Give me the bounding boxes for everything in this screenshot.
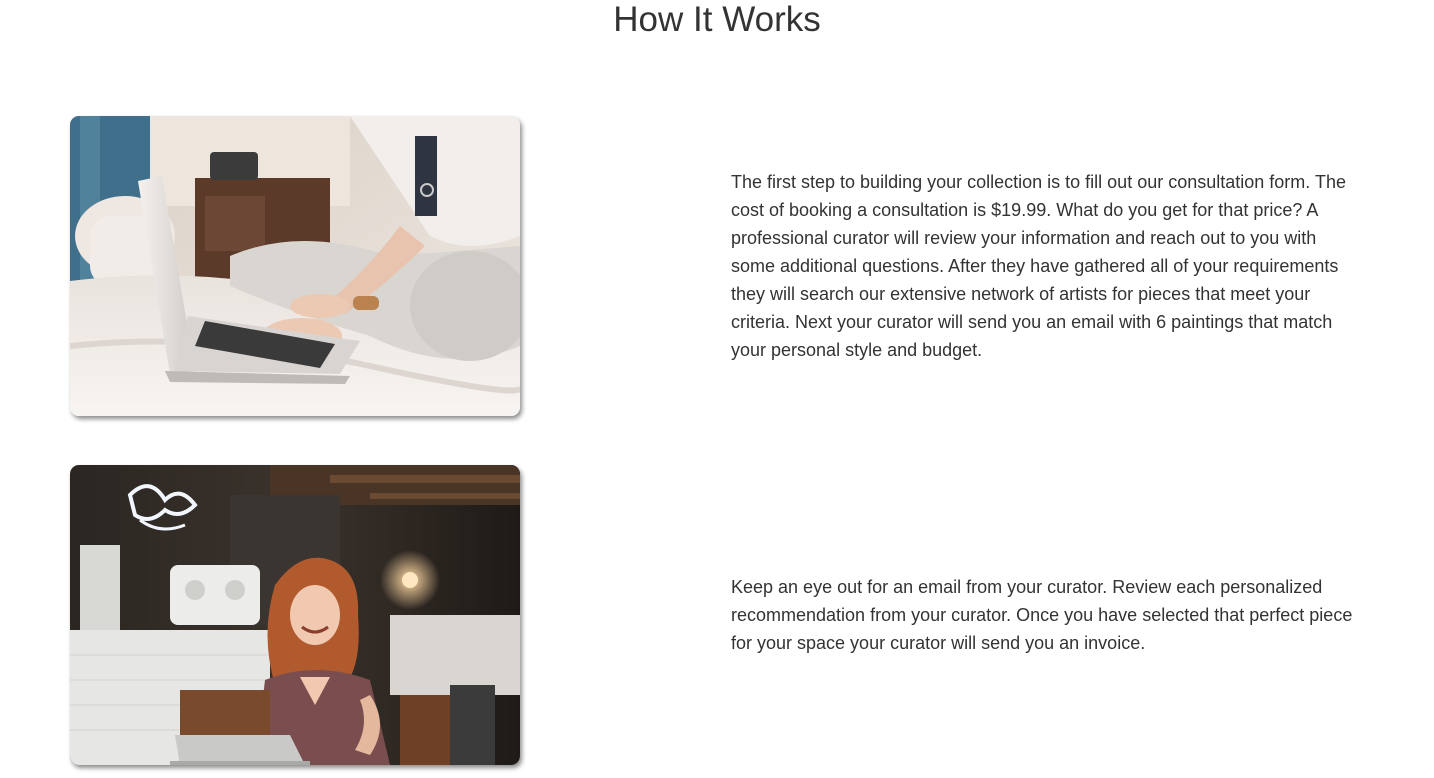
woman-in-cafe-with-laptop-photo bbox=[70, 465, 520, 765]
step-1-description: The first step to building your collecti… bbox=[731, 172, 1346, 360]
page-title: How It Works bbox=[613, 0, 821, 39]
laptop-on-bed-photo bbox=[70, 116, 520, 416]
step-2-description: Keep an eye out for an email from your c… bbox=[731, 577, 1353, 653]
